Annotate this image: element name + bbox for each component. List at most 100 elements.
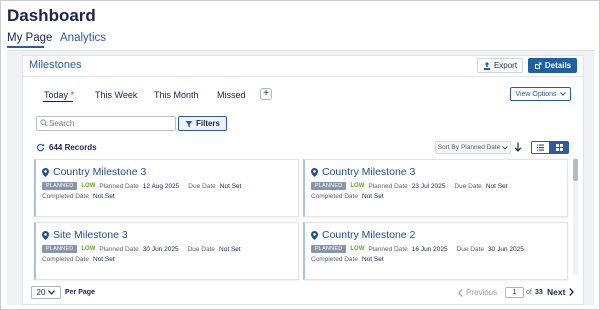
due-date-label: Due Date: [456, 245, 485, 253]
completed-date-value: Not Set: [92, 256, 115, 263]
per-page-select[interactable]: 20: [31, 286, 61, 299]
filter-tab-missed[interactable]: Missed: [217, 90, 246, 100]
search-icon: [40, 119, 48, 127]
planned-date-label: Planned Date: [368, 245, 408, 253]
page-title: Dashboard: [7, 6, 96, 25]
chevron-down-icon: [559, 92, 566, 96]
filter-tab-this-week[interactable]: This Week: [95, 90, 137, 100]
due-date-value: Not Set: [485, 182, 508, 190]
completed-date-value: Not Set: [361, 256, 384, 263]
search-box: [36, 116, 176, 131]
page-number-input[interactable]: 1: [505, 287, 524, 298]
export-button[interactable]: Export: [477, 58, 523, 73]
sort-dropdown[interactable]: Sort By Planned Date: [435, 141, 511, 154]
card-title-text: Country Milestone 2: [322, 229, 416, 241]
grid-icon: [556, 144, 563, 151]
grid-view-button[interactable]: [550, 141, 569, 154]
milestone-card[interactable]: Site Milestone 3 PLANNED LOW Planned Dat…: [34, 222, 299, 280]
filter-tab-today[interactable]: Today *: [44, 90, 74, 100]
filter-icon: [185, 120, 193, 127]
refresh-icon[interactable]: [36, 143, 45, 152]
location-pin-icon: [42, 167, 49, 177]
card-title: Site Milestone 3: [42, 229, 128, 241]
add-tab-button[interactable]: +: [260, 88, 272, 100]
completed-date-value: Not Set: [92, 193, 115, 200]
planned-date-label: Planned Date: [99, 182, 139, 190]
search-input[interactable]: [49, 118, 173, 129]
filters-button[interactable]: Filters: [178, 116, 227, 131]
planned-date-label: Planned Date: [99, 245, 139, 253]
location-pin-icon: [311, 167, 318, 177]
sort-value: Planned Date: [460, 144, 501, 151]
completed-date-label: Completed Date: [311, 256, 358, 263]
planned-date-label: Planned Date: [368, 182, 408, 190]
due-date-label: Due Date: [187, 245, 216, 253]
card-title-text: Country Milestone 3: [322, 166, 416, 178]
export-label: Export: [493, 61, 518, 70]
card-title-text: Country Milestone 3: [53, 166, 147, 178]
active-tab-indicator: [7, 46, 44, 48]
priority-badge: LOW: [350, 246, 365, 252]
due-date-label: Due Date: [188, 182, 216, 190]
filters-label: Filters: [195, 119, 220, 128]
completed-date-label: Completed Date: [311, 193, 358, 200]
tab-analytics[interactable]: Analytics: [60, 32, 106, 44]
page-of-label: of: [526, 289, 532, 296]
planned-date-value: 12 Aug 2025: [142, 182, 180, 190]
milestone-card[interactable]: Country Milestone 3 PLANNED LOW Planned …: [34, 159, 299, 217]
chevron-right-icon: [569, 288, 575, 296]
panel-title: Milestones: [29, 59, 82, 71]
priority-badge: LOW: [81, 183, 96, 189]
due-date-value: 30 Jun 2025: [488, 245, 524, 253]
card-details-row: PLANNED LOW Planned Date 12 Aug 2025 Due…: [42, 182, 241, 190]
card-completed-row: Completed Date Not Set: [311, 193, 384, 200]
card-title-text: Site Milestone 3: [53, 229, 128, 241]
view-options-dropdown[interactable]: View Options: [510, 87, 571, 101]
sort-direction-button[interactable]: [514, 142, 522, 155]
details-label: Details: [544, 61, 572, 70]
per-page-label: Per Page: [65, 289, 95, 296]
chevron-down-icon: [502, 145, 509, 150]
card-details-row: PLANNED LOW Planned Date 23 Jul 2025 Due…: [311, 182, 508, 190]
status-badge: PLANNED: [311, 182, 347, 190]
sort-label: Sort By: [437, 144, 459, 151]
chevron-down-icon: [48, 290, 56, 295]
completed-date-label: Completed Date: [42, 193, 89, 200]
filter-tab-indicator: [43, 101, 73, 102]
completed-date-value: Not Set: [361, 193, 384, 200]
view-options-label: View Options: [515, 90, 557, 98]
status-badge: PLANNED: [42, 182, 78, 190]
card-details-row: PLANNED LOW Planned Date 16 Jun 2025 Due…: [311, 245, 524, 253]
planned-date-value: 16 Jun 2025: [411, 245, 448, 253]
previous-label: Previous: [466, 288, 498, 297]
milestone-card[interactable]: Country Milestone 3 PLANNED LOW Planned …: [303, 159, 568, 217]
due-date-label: Due Date: [454, 182, 482, 190]
filter-tab-today-label: Today: [44, 90, 69, 100]
list-icon: [537, 144, 544, 151]
card-completed-row: Completed Date Not Set: [42, 256, 115, 263]
priority-badge: LOW: [350, 183, 365, 189]
chevron-left-icon: [458, 288, 463, 297]
card-completed-row: Completed Date Not Set: [42, 193, 115, 200]
card-completed-row: Completed Date Not Set: [311, 256, 384, 263]
cards-scrollbar-thumb[interactable]: [573, 159, 578, 181]
milestone-card[interactable]: Country Milestone 2 PLANNED LOW Planned …: [303, 222, 568, 280]
tab-my-page[interactable]: My Page: [7, 32, 52, 44]
status-badge: PLANNED: [42, 245, 78, 253]
card-title: Country Milestone 2: [311, 229, 415, 241]
due-date-value: Not Set: [219, 245, 241, 253]
next-page-button[interactable]: Next: [547, 287, 575, 297]
export-icon: [483, 61, 490, 70]
list-view-button[interactable]: [531, 141, 550, 154]
details-button[interactable]: Details: [528, 58, 577, 73]
planned-date-value: 23 Jul 2025: [411, 182, 446, 190]
status-badge: PLANNED: [311, 245, 347, 253]
previous-page-button[interactable]: Previous: [458, 288, 497, 297]
card-title: Country Milestone 3: [311, 166, 415, 178]
filter-tab-this-month[interactable]: This Month: [154, 90, 199, 100]
total-pages: 33: [535, 289, 543, 296]
required-mark: *: [70, 90, 75, 100]
location-pin-icon: [42, 230, 49, 240]
arrow-down-icon: [514, 142, 522, 152]
per-page-value: 20: [36, 288, 46, 297]
